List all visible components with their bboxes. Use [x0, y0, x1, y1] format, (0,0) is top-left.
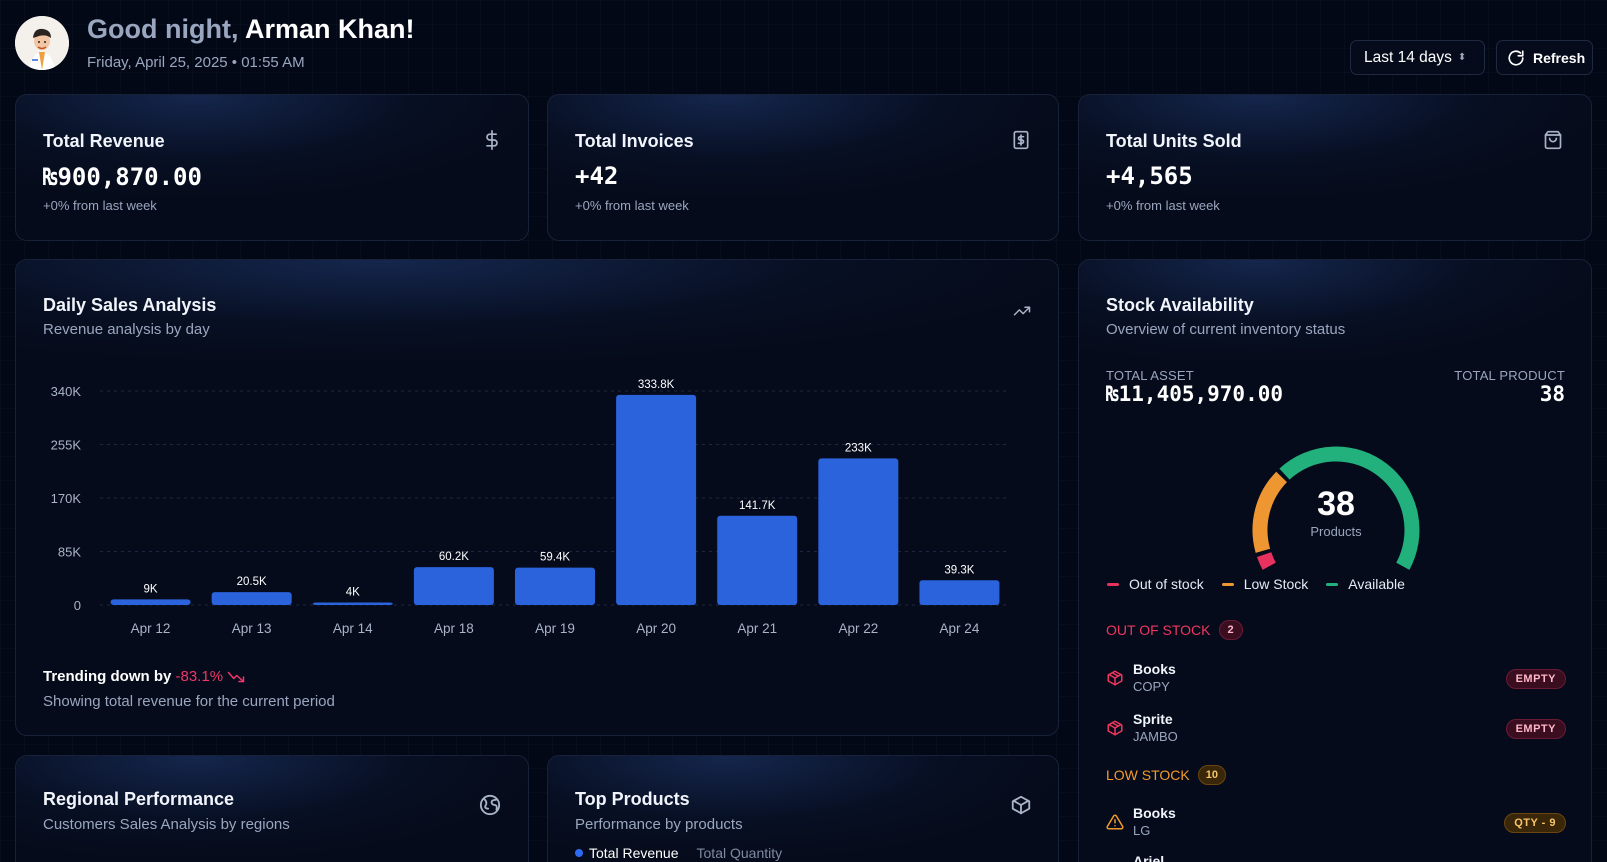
status-badge: QTY - 9: [1504, 813, 1566, 833]
tab-total-quantity[interactable]: Total Quantity: [697, 845, 783, 861]
stock-item-category: COPY: [1133, 679, 1170, 694]
refresh-button[interactable]: Refresh: [1496, 40, 1593, 75]
top-products-tabs: Total Revenue Total Quantity: [575, 845, 782, 861]
stock-title: Stock Availability: [1106, 295, 1254, 315]
user-name: Arman Khan!: [244, 14, 415, 44]
legend-available: Available: [1326, 576, 1405, 592]
kpi-title: Total Invoices: [575, 131, 694, 151]
kpi-card-invoices: Total Invoices +42 +0% from last week: [547, 94, 1059, 241]
status-badge: EMPTY: [1505, 669, 1566, 689]
box-icon: [1011, 795, 1031, 815]
top-products-title: Top Products: [575, 789, 690, 809]
kpi-card-units: Total Units Sold +4,565 +0% from last we…: [1078, 94, 1592, 241]
stock-item-category: LG: [1133, 823, 1151, 838]
stock-legend: Out of stock Low Stock Available: [1107, 576, 1405, 592]
date-range-select[interactable]: Last 14 days ⬍: [1350, 40, 1485, 75]
low-stock-section: LOW STOCK 10: [1106, 765, 1227, 785]
low-stock-count: 10: [1197, 765, 1227, 785]
stock-item-name: Books: [1133, 805, 1176, 821]
package-icon: [1107, 670, 1123, 686]
kpi-note: +0% from last week: [575, 198, 689, 213]
trending-down-icon: [227, 671, 245, 683]
tab-total-revenue[interactable]: Total Revenue: [575, 845, 679, 861]
daily-sales-footer: Showing total revenue for the current pe…: [43, 693, 335, 710]
daily-sales-title: Daily Sales Analysis: [43, 295, 217, 315]
stock-item[interactable]: Books LG QTY - 9: [1106, 805, 1566, 845]
kpi-value: +4,565: [1106, 162, 1193, 190]
greeting: Good night, Arman Khan!: [87, 14, 414, 45]
legend-swatch: [1221, 582, 1234, 586]
stock-item[interactable]: Books COPY EMPTY: [1106, 661, 1566, 701]
shopping-bag-icon: [1544, 130, 1562, 150]
stock-item-category: JAMBO: [1133, 729, 1178, 744]
out-of-stock-count: 2: [1218, 620, 1243, 640]
receipt-icon: [1013, 130, 1029, 150]
kpi-card-revenue: Total Revenue ₨900,870.00 +0% from last …: [15, 94, 529, 241]
legend-out-of-stock: Out of stock: [1107, 576, 1204, 592]
out-of-stock-section: OUT OF STOCK 2: [1106, 620, 1243, 640]
kpi-note: +0% from last week: [1106, 198, 1220, 213]
trend-label: Trending down by: [43, 668, 172, 685]
avatar-illustration: [15, 16, 69, 70]
date-range-label: Last 14 days: [1364, 48, 1452, 66]
kpi-value: ₨900,870.00: [43, 163, 202, 191]
total-product-label: TOTAL PRODUCT: [1454, 368, 1565, 383]
gauge-caption: Products: [1310, 524, 1362, 539]
legend-swatch: [1326, 582, 1339, 586]
total-product-value: 38: [1539, 382, 1565, 406]
stock-item-name: Ariel: [1133, 853, 1165, 862]
daily-sales-subtitle: Revenue analysis by day: [43, 321, 210, 338]
trend-summary: Trending down by -83.1%: [43, 668, 245, 685]
trending-up-icon: [1013, 306, 1031, 316]
status-badge: EMPTY: [1505, 719, 1566, 739]
kpi-title: Total Revenue: [43, 131, 165, 151]
current-datetime: Friday, April 25, 2025 • 01:55 AM: [87, 54, 305, 71]
out-of-stock-heading: OUT OF STOCK: [1106, 622, 1211, 638]
stock-subtitle: Overview of current inventory status: [1106, 321, 1346, 338]
top-products-subtitle: Performance by products: [575, 816, 743, 833]
kpi-note: +0% from last week: [43, 198, 157, 213]
gauge-value: 38: [1317, 485, 1355, 523]
legend-swatch: [1107, 582, 1119, 586]
regional-performance-card: Regional Performance Customers Sales Ana…: [15, 755, 529, 862]
greeting-prefix: Good night,: [87, 14, 239, 44]
refresh-icon: [1508, 49, 1524, 66]
total-asset-label: TOTAL ASSET: [1106, 368, 1194, 383]
chevron-up-down-icon: ⬍: [1457, 51, 1467, 63]
warning-icon: [1106, 814, 1124, 830]
refresh-label: Refresh: [1533, 49, 1586, 66]
total-asset-value: ₨11,405,970.00: [1106, 382, 1284, 406]
stock-item[interactable]: Sprite JAMBO EMPTY: [1106, 711, 1566, 751]
legend-label: Low Stock: [1243, 576, 1309, 592]
legend-label: Out of stock: [1129, 576, 1204, 592]
avatar[interactable]: [15, 16, 69, 70]
low-stock-heading: LOW STOCK: [1106, 767, 1190, 783]
stock-item-name: Sprite: [1133, 711, 1173, 727]
globe-icon: [479, 794, 501, 816]
regional-title: Regional Performance: [43, 789, 235, 809]
legend-label: Available: [1348, 576, 1405, 592]
stock-item-name: Books: [1133, 661, 1176, 677]
kpi-title: Total Units Sold: [1106, 131, 1242, 151]
daily-sales-card: Daily Sales Analysis Revenue analysis by…: [15, 259, 1059, 736]
package-icon: [1107, 720, 1123, 736]
trend-value: -83.1%: [175, 668, 224, 685]
legend-low-stock: Low Stock: [1221, 576, 1309, 592]
dollar-icon: [486, 130, 498, 150]
regional-subtitle: Customers Sales Analysis by regions: [43, 816, 290, 833]
kpi-value: +42: [575, 162, 619, 190]
